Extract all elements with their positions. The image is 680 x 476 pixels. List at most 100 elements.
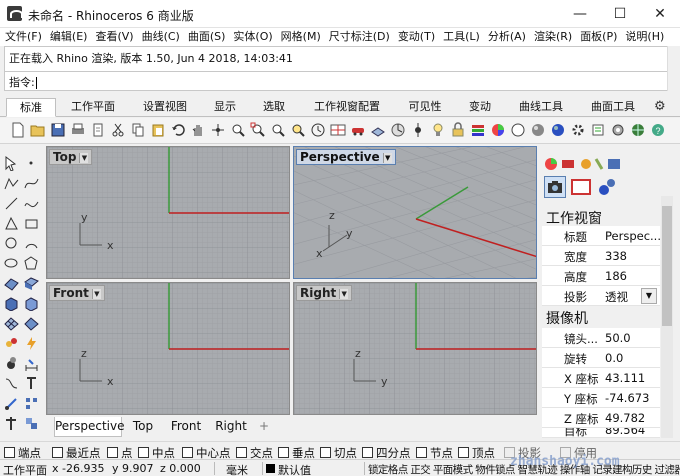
group-icon[interactable] <box>24 416 39 431</box>
triangle-icon[interactable] <box>4 216 19 231</box>
vptab-add-button[interactable]: + <box>254 417 274 437</box>
prop-row-height[interactable]: 高度 186 <box>542 266 660 286</box>
checkbox[interactable] <box>107 447 118 458</box>
polyline-icon[interactable] <box>4 176 19 191</box>
rendered-sphere-icon[interactable] <box>550 122 566 138</box>
tab-display[interactable]: 显示 <box>202 98 248 117</box>
osnap-point-icon[interactable] <box>410 122 426 138</box>
prop-value[interactable]: 186 <box>605 269 627 283</box>
array-icon[interactable] <box>24 396 39 411</box>
vptab-front[interactable]: Front <box>164 417 208 437</box>
checkbox[interactable] <box>52 447 63 458</box>
flash-icon[interactable] <box>24 336 39 351</box>
point-icon[interactable] <box>24 156 39 171</box>
shaded-sphere-icon[interactable] <box>530 122 546 138</box>
layers-icon[interactable] <box>470 122 486 138</box>
transform-icon[interactable] <box>4 396 19 411</box>
checkbox[interactable] <box>416 447 427 458</box>
checkbox[interactable] <box>236 447 247 458</box>
prop-value[interactable]: -74.673 <box>605 391 649 405</box>
prop-value[interactable]: 50.0 <box>605 331 631 345</box>
mesh-icon[interactable] <box>4 316 19 331</box>
help-icon[interactable]: ? <box>650 122 666 138</box>
options-gear-icon[interactable] <box>570 122 586 138</box>
rhino-app-icon[interactable] <box>7 6 23 21</box>
viewport-right-label[interactable]: Right ▼ <box>296 285 353 301</box>
prop-row-lens[interactable]: 镜头... 50.0 <box>542 328 660 348</box>
command-scrollbar[interactable] <box>667 46 678 91</box>
viewport-top[interactable]: Top ▼ y x <box>46 146 290 279</box>
prop-row-y[interactable]: Y 座标 -74.673 <box>542 388 660 408</box>
menu-view[interactable]: 查看(V) <box>95 28 133 45</box>
zoom-window-icon[interactable] <box>250 122 266 138</box>
status-layer[interactable]: 默认值 <box>278 462 311 476</box>
menu-analyze[interactable]: 分析(A) <box>488 28 526 45</box>
viewport-perspective-label[interactable]: Perspective ▼ <box>296 149 396 165</box>
cplane-icon[interactable] <box>370 122 386 138</box>
mesh-tools-icon[interactable] <box>24 316 39 331</box>
status-units[interactable]: 毫米 <box>226 462 248 476</box>
menu-tools[interactable]: 工具(L) <box>443 28 480 45</box>
color-wheel-icon[interactable] <box>490 122 506 138</box>
checkbox[interactable] <box>320 447 331 458</box>
menu-curve[interactable]: 曲线(C) <box>142 28 180 45</box>
menu-solid[interactable]: 实体(O) <box>233 28 272 45</box>
checkbox[interactable] <box>4 447 15 458</box>
print-icon[interactable] <box>70 122 86 138</box>
viewport-perspective[interactable]: Perspective ▼ z y x <box>293 146 537 279</box>
pan-hand-icon[interactable] <box>190 122 206 138</box>
prop-row-width[interactable]: 宽度 338 <box>542 246 660 266</box>
box-icon[interactable] <box>4 296 19 311</box>
viewport-props-tab[interactable] <box>544 176 566 198</box>
display-props-tab[interactable] <box>596 176 618 198</box>
projection-dropdown-arrow-icon[interactable]: ▼ <box>641 288 657 304</box>
prop-value[interactable]: 透视 <box>605 289 628 305</box>
prop-row-target[interactable]: 目标 89.564 <box>542 428 660 438</box>
menu-surface[interactable]: 曲面(S) <box>188 28 226 45</box>
script-icon[interactable] <box>590 122 606 138</box>
tab-surface-tools[interactable]: 曲面工具 <box>578 98 648 117</box>
polygon-icon[interactable] <box>24 256 39 271</box>
dimension-icon[interactable] <box>24 356 39 371</box>
panel-scrollbar-thumb[interactable] <box>662 206 672 326</box>
freeform-icon[interactable] <box>24 196 39 211</box>
rotate-view-icon[interactable] <box>210 122 226 138</box>
copy-icon[interactable] <box>130 122 146 138</box>
menu-help[interactable]: 说明(H) <box>625 28 664 45</box>
tab-set-view[interactable]: 设置视图 <box>130 98 200 117</box>
lock-icon[interactable] <box>450 122 466 138</box>
viewport-menu-arrow-icon[interactable]: ▼ <box>339 288 349 299</box>
vptab-right[interactable]: Right <box>210 417 252 437</box>
prop-row-projection[interactable]: 投影 透视 ▼ <box>542 286 660 306</box>
checkbox[interactable] <box>278 447 289 458</box>
viewport-front-label[interactable]: Front ▼ <box>49 285 105 301</box>
prop-value[interactable]: 89.564 <box>605 428 645 437</box>
prop-row-title[interactable]: 标题 Perspec... <box>542 226 661 246</box>
render-sphere-icon[interactable] <box>510 122 526 138</box>
maximize-button[interactable]: ☐ <box>600 0 640 28</box>
viewport-menu-arrow-icon[interactable]: ▼ <box>79 152 89 163</box>
command-history[interactable]: 正在载入 Rhino 渲染, 版本 1.50, Jun 4 2018, 14:0… <box>4 46 668 72</box>
zoom-extents-icon[interactable] <box>270 122 286 138</box>
viewport-menu-arrow-icon[interactable]: ▼ <box>91 288 101 299</box>
vptab-top[interactable]: Top <box>124 417 162 437</box>
tab-curve-tools[interactable]: 曲线工具 <box>506 98 576 117</box>
paste-icon[interactable] <box>150 122 166 138</box>
prop-row-z[interactable]: Z 座标 49.782 <box>542 408 660 428</box>
menu-transform[interactable]: 变动(T) <box>398 28 435 45</box>
menu-file[interactable]: 文件(F) <box>5 28 42 45</box>
save-icon[interactable] <box>50 122 66 138</box>
curve-icon[interactable] <box>24 176 39 191</box>
rectangle-icon[interactable] <box>24 216 39 231</box>
prop-value[interactable]: Perspec... <box>605 229 661 243</box>
surface-icon[interactable] <box>4 276 19 291</box>
close-button[interactable]: ✕ <box>640 0 680 28</box>
split-icon[interactable] <box>4 416 19 431</box>
cage-edit-icon[interactable] <box>4 336 19 351</box>
viewport-menu-arrow-icon[interactable]: ▼ <box>382 152 392 163</box>
tools-gear-icon[interactable] <box>610 122 626 138</box>
viewport-top-label[interactable]: Top ▼ <box>49 149 93 165</box>
open-folder-icon[interactable] <box>30 122 46 138</box>
prop-value[interactable]: 49.782 <box>605 411 645 425</box>
new-file-icon[interactable] <box>10 122 26 138</box>
